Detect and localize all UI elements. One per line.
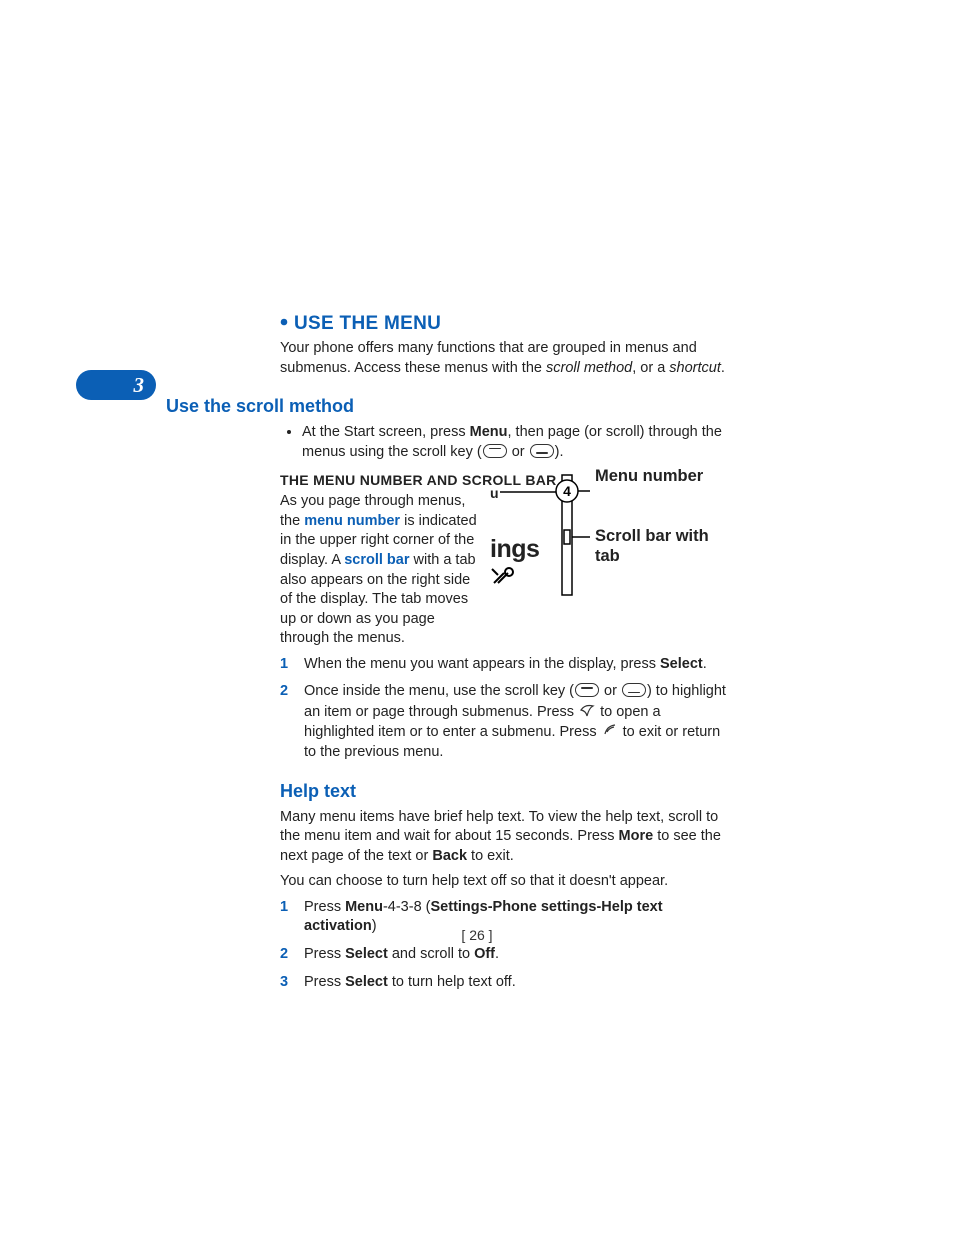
list-item: 3 Press Select to turn help text off.: [280, 973, 729, 993]
text: .: [703, 656, 707, 672]
step-text: When the menu you want appears in the di…: [304, 655, 707, 675]
scroll-down-icon: [622, 683, 646, 697]
section-title-text: USE THE MENU: [294, 313, 441, 334]
step-number: 2: [280, 682, 294, 762]
step-number: 1: [280, 655, 294, 675]
display-figure: 4 u ings Menu number Scroll bar with tab: [490, 465, 710, 605]
text: to exit.: [467, 848, 514, 864]
scroll-up-icon: [575, 683, 599, 697]
bullet-list: At the Start screen, press Menu, then pa…: [280, 423, 729, 462]
scroll-down-icon: [530, 444, 554, 458]
figure-menu-number-label: Menu number: [595, 467, 703, 487]
section-title: USE THE MENU: [280, 310, 729, 335]
section-number: 3: [134, 373, 145, 398]
scroll-up-icon: [483, 444, 507, 458]
tools-icon: [490, 565, 520, 587]
text: , or a: [632, 360, 669, 376]
bullet-icon: [280, 310, 288, 318]
text: or: [600, 683, 621, 699]
figure-scrollbar-label: Scroll bar with tab: [595, 527, 710, 567]
term-menu-number: menu number: [304, 513, 400, 529]
list-item: At the Start screen, press Menu, then pa…: [302, 423, 729, 462]
text: ).: [555, 444, 564, 460]
numbered-steps-2: 1 Press Menu-4-3-8 (Settings-Phone setti…: [280, 898, 729, 992]
step-text: Once inside the menu, use the scroll key…: [304, 682, 729, 762]
step-number: 2: [280, 945, 294, 965]
text: Press: [304, 974, 345, 990]
text: Once inside the menu, use the scroll key…: [304, 683, 574, 699]
help-paragraph-1: Many menu items have brief help text. To…: [280, 808, 729, 867]
manual-page: 3 USE THE MENU Your phone offers many fu…: [0, 0, 954, 1235]
subheading-scroll-method: Use the scroll method: [166, 396, 729, 417]
figure-u-label: u: [490, 485, 499, 501]
text: .: [495, 946, 499, 962]
send-key-icon: [579, 702, 595, 718]
text-bold: Back: [432, 848, 467, 864]
section-number-tab: 3: [76, 370, 156, 400]
text-bold: Select: [660, 656, 703, 672]
step-text: Press Select and scroll to Off.: [304, 945, 499, 965]
menu-number-paragraph: As you page through menus, the menu numb…: [280, 492, 480, 649]
text: Press: [304, 946, 345, 962]
page-number: [ 26 ]: [0, 927, 954, 943]
text: and scroll to: [388, 946, 474, 962]
menu-number-value: 4: [563, 483, 571, 499]
list-item: 1 When the menu you want appears in the …: [280, 655, 729, 675]
text-italic: scroll method: [546, 360, 632, 376]
text-bold: Menu: [470, 424, 508, 440]
text: or: [508, 444, 529, 460]
text-bold: Select: [345, 974, 388, 990]
figure-ings-label: ings: [490, 535, 539, 564]
text: When the menu you want appears in the di…: [304, 656, 660, 672]
step-number: 3: [280, 973, 294, 993]
end-key-icon: [602, 722, 618, 738]
intro-paragraph: Your phone offers many functions that ar…: [280, 339, 729, 378]
text: .: [721, 360, 725, 376]
list-item: 2 Press Select and scroll to Off.: [280, 945, 729, 965]
text-bold: Select: [345, 946, 388, 962]
text: Menu number: [595, 467, 703, 485]
list-item: 2 Once inside the menu, use the scroll k…: [280, 682, 729, 762]
text: to turn help text off.: [388, 974, 516, 990]
text: Press: [304, 899, 345, 915]
help-paragraph-2: You can choose to turn help text off so …: [280, 872, 729, 892]
text-bold: Off: [474, 946, 495, 962]
text-bold: Menu: [345, 899, 383, 915]
text: Scroll bar with tab: [595, 527, 709, 565]
numbered-steps-1: 1 When the menu you want appears in the …: [280, 655, 729, 763]
text-italic: shortcut: [669, 360, 721, 376]
subheading-help-text: Help text: [280, 781, 729, 802]
text-bold: More: [619, 828, 654, 844]
help-text-block: Many menu items have brief help text. To…: [280, 808, 729, 993]
text: At the Start screen, press: [302, 424, 470, 440]
step-text: Press Select to turn help text off.: [304, 973, 516, 993]
term-scroll-bar: scroll bar: [344, 552, 409, 568]
text: -4-3-8 (: [383, 899, 431, 915]
